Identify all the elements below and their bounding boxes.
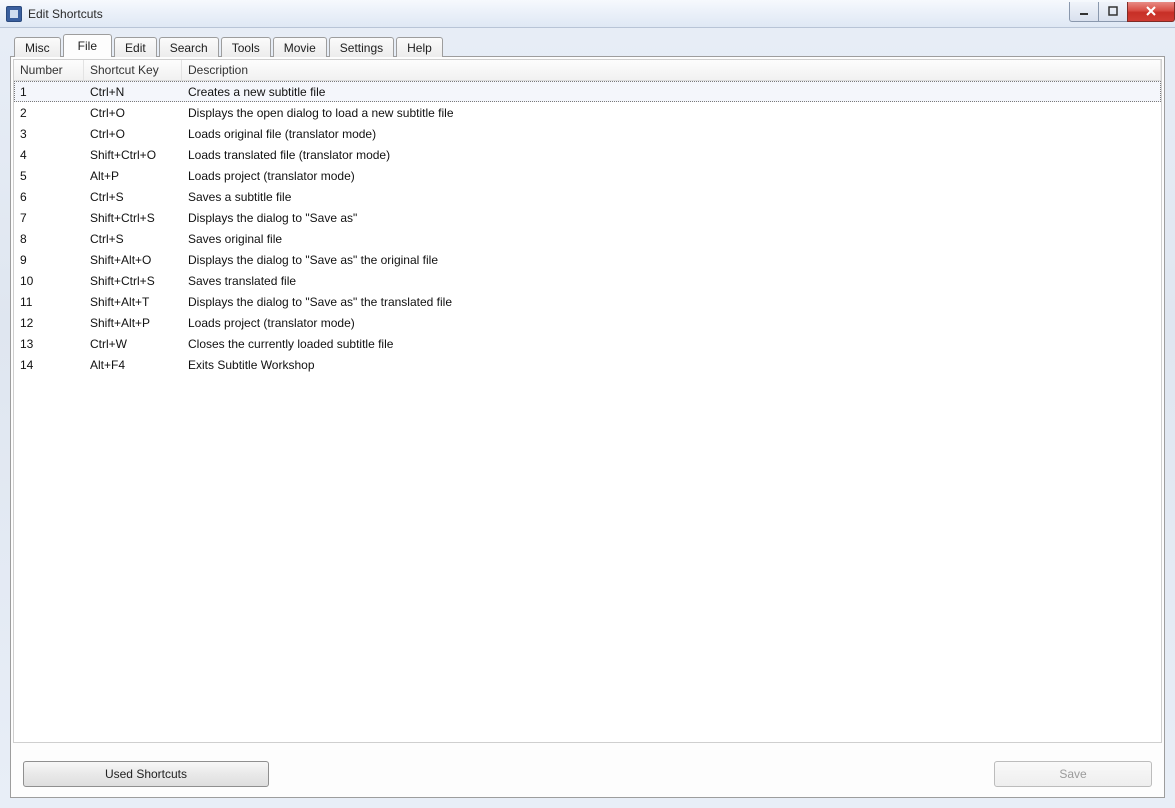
table-row[interactable]: 4Shift+Ctrl+OLoads translated file (tran… xyxy=(14,144,1161,165)
cell-number: 1 xyxy=(14,83,84,101)
cell-number: 11 xyxy=(14,293,84,311)
table-row[interactable]: 7Shift+Ctrl+SDisplays the dialog to "Sav… xyxy=(14,207,1161,228)
cell-shortcut-key: Shift+Ctrl+S xyxy=(84,209,182,227)
cell-number: 12 xyxy=(14,314,84,332)
column-header-shortcut[interactable]: Shortcut Key xyxy=(84,60,182,80)
table-row[interactable]: 6Ctrl+SSaves a subtitle file xyxy=(14,186,1161,207)
app-icon xyxy=(6,6,22,22)
cell-number: 8 xyxy=(14,230,84,248)
cell-number: 10 xyxy=(14,272,84,290)
table-row[interactable]: 10Shift+Ctrl+SSaves translated file xyxy=(14,270,1161,291)
cell-shortcut-key: Ctrl+O xyxy=(84,125,182,143)
table-row[interactable]: 8Ctrl+SSaves original file xyxy=(14,228,1161,249)
cell-number: 5 xyxy=(14,167,84,185)
cell-shortcut-key: Alt+F4 xyxy=(84,356,182,374)
save-button[interactable]: Save xyxy=(994,761,1152,787)
cell-description: Loads translated file (translator mode) xyxy=(182,146,1161,164)
cell-description: Saves original file xyxy=(182,230,1161,248)
cell-number: 6 xyxy=(14,188,84,206)
cell-shortcut-key: Ctrl+W xyxy=(84,335,182,353)
listview-header: Number Shortcut Key Description xyxy=(14,60,1161,81)
table-row[interactable]: 9Shift+Alt+ODisplays the dialog to "Save… xyxy=(14,249,1161,270)
cell-shortcut-key: Ctrl+S xyxy=(84,230,182,248)
used-shortcuts-button[interactable]: Used Shortcuts xyxy=(23,761,269,787)
bottom-button-bar: Used Shortcuts Save xyxy=(23,761,1152,787)
tab-tools[interactable]: Tools xyxy=(221,37,271,57)
tab-panel-file: Number Shortcut Key Description 1Ctrl+NC… xyxy=(10,56,1165,798)
cell-description: Displays the dialog to "Save as" the ori… xyxy=(182,251,1161,269)
cell-description: Loads project (translator mode) xyxy=(182,167,1161,185)
cell-number: 9 xyxy=(14,251,84,269)
table-row[interactable]: 5Alt+PLoads project (translator mode) xyxy=(14,165,1161,186)
tab-file[interactable]: File xyxy=(63,34,112,57)
cell-shortcut-key: Alt+P xyxy=(84,167,182,185)
cell-shortcut-key: Ctrl+O xyxy=(84,104,182,122)
cell-description: Creates a new subtitle file xyxy=(182,83,1161,101)
cell-description: Loads project (translator mode) xyxy=(182,314,1161,332)
tab-settings[interactable]: Settings xyxy=(329,37,394,57)
table-row[interactable]: 13Ctrl+WCloses the currently loaded subt… xyxy=(14,333,1161,354)
column-header-description[interactable]: Description xyxy=(182,60,1161,80)
minimize-icon xyxy=(1078,5,1090,17)
tab-edit[interactable]: Edit xyxy=(114,37,157,57)
cell-description: Loads original file (translator mode) xyxy=(182,125,1161,143)
cell-number: 14 xyxy=(14,356,84,374)
table-row[interactable]: 2Ctrl+ODisplays the open dialog to load … xyxy=(14,102,1161,123)
column-header-number[interactable]: Number xyxy=(14,60,84,80)
cell-description: Exits Subtitle Workshop xyxy=(182,356,1161,374)
client-area: MiscFileEditSearchToolsMovieSettingsHelp… xyxy=(0,28,1175,808)
cell-shortcut-key: Ctrl+N xyxy=(84,83,182,101)
cell-description: Closes the currently loaded subtitle fil… xyxy=(182,335,1161,353)
cell-number: 4 xyxy=(14,146,84,164)
cell-number: 3 xyxy=(14,125,84,143)
shortcuts-listview[interactable]: Number Shortcut Key Description 1Ctrl+NC… xyxy=(13,59,1162,743)
window-controls xyxy=(1070,2,1175,22)
window-titlebar: Edit Shortcuts xyxy=(0,0,1175,28)
tab-search[interactable]: Search xyxy=(159,37,219,57)
cell-number: 2 xyxy=(14,104,84,122)
table-row[interactable]: 12Shift+Alt+PLoads project (translator m… xyxy=(14,312,1161,333)
tab-misc[interactable]: Misc xyxy=(14,37,61,57)
table-row[interactable]: 11Shift+Alt+TDisplays the dialog to "Sav… xyxy=(14,291,1161,312)
cell-shortcut-key: Shift+Ctrl+O xyxy=(84,146,182,164)
cell-description: Displays the dialog to "Save as" the tra… xyxy=(182,293,1161,311)
tab-movie[interactable]: Movie xyxy=(273,37,327,57)
cell-shortcut-key: Ctrl+S xyxy=(84,188,182,206)
cell-shortcut-key: Shift+Ctrl+S xyxy=(84,272,182,290)
cell-shortcut-key: Shift+Alt+P xyxy=(84,314,182,332)
cell-number: 13 xyxy=(14,335,84,353)
cell-shortcut-key: Shift+Alt+T xyxy=(84,293,182,311)
cell-description: Saves a subtitle file xyxy=(182,188,1161,206)
close-icon xyxy=(1144,5,1158,17)
tabs-bar: MiscFileEditSearchToolsMovieSettingsHelp xyxy=(14,32,1165,56)
maximize-button[interactable] xyxy=(1098,2,1128,22)
table-row[interactable]: 1Ctrl+NCreates a new subtitle file xyxy=(14,81,1161,102)
maximize-icon xyxy=(1107,5,1119,17)
listview-body: 1Ctrl+NCreates a new subtitle file2Ctrl+… xyxy=(14,81,1161,375)
minimize-button[interactable] xyxy=(1069,2,1099,22)
cell-description: Displays the open dialog to load a new s… xyxy=(182,104,1161,122)
cell-shortcut-key: Shift+Alt+O xyxy=(84,251,182,269)
cell-description: Displays the dialog to "Save as" xyxy=(182,209,1161,227)
cell-description: Saves translated file xyxy=(182,272,1161,290)
tab-help[interactable]: Help xyxy=(396,37,443,57)
close-button[interactable] xyxy=(1127,2,1175,22)
cell-number: 7 xyxy=(14,209,84,227)
window-title: Edit Shortcuts xyxy=(28,7,103,21)
table-row[interactable]: 14Alt+F4Exits Subtitle Workshop xyxy=(14,354,1161,375)
table-row[interactable]: 3Ctrl+OLoads original file (translator m… xyxy=(14,123,1161,144)
